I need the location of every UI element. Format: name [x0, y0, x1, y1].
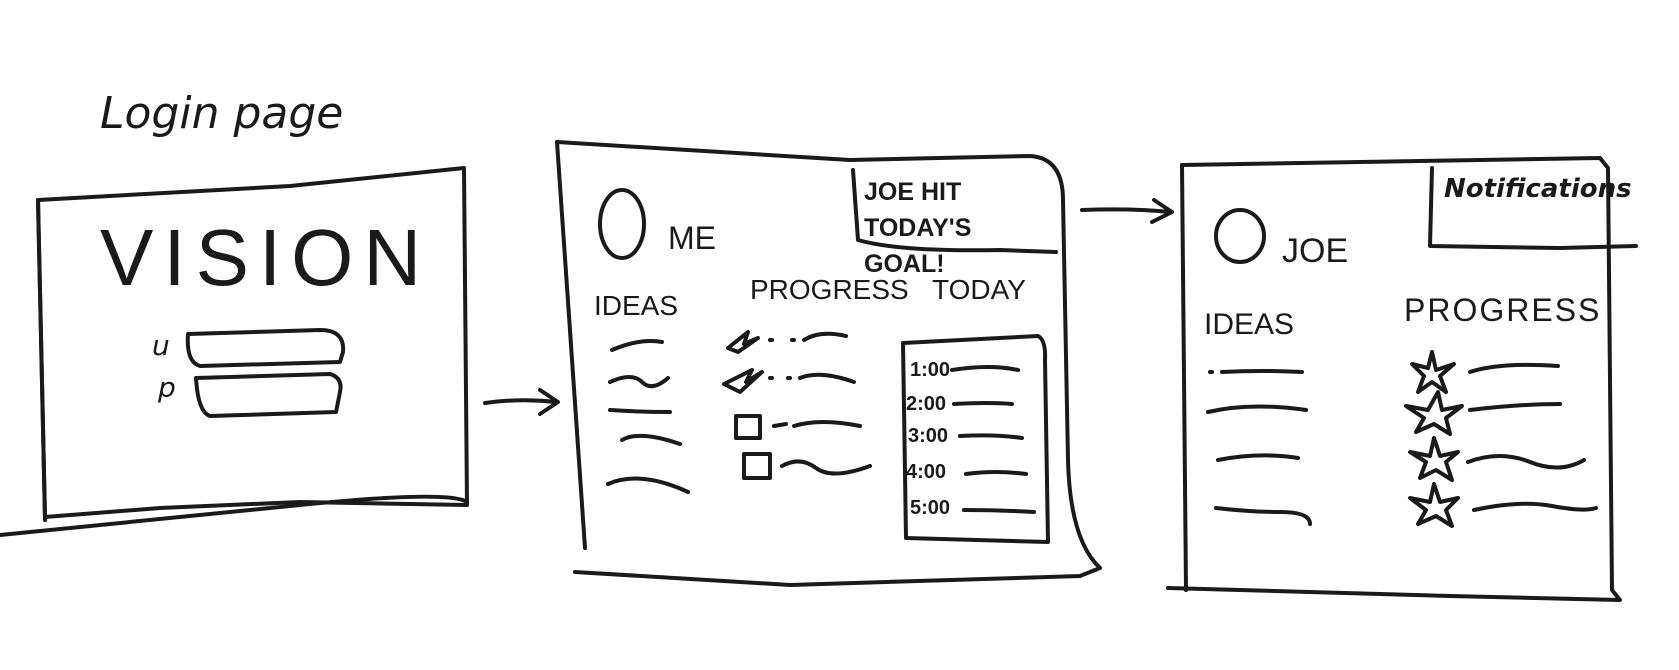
avatar-circle-icon [1214, 208, 1266, 264]
arrow-right-icon [483, 388, 560, 416]
star-icon [1408, 482, 1460, 528]
login-caption: Login page [100, 88, 344, 139]
username-field[interactable] [185, 328, 346, 368]
schedule-time: 3:00 [908, 425, 949, 447]
ideas-heading-me: IDEAS [594, 290, 679, 321]
ideas-list-me [606, 339, 690, 494]
avatar-circle-icon [598, 188, 646, 260]
username-label: u [152, 329, 170, 362]
progress-list-joe [1404, 350, 1464, 528]
goal-notice: JOE HIT TODAY'S GOAL! [864, 178, 972, 278]
today-heading: TODAY [932, 274, 1026, 305]
progress-heading-me: PROGRESS [750, 274, 909, 305]
star-icon [1410, 350, 1456, 394]
dashboard-joe-frame [1166, 156, 1622, 602]
schedule-time: 1:00 [910, 359, 951, 381]
schedule-time: 2:00 [906, 393, 947, 415]
star-icon [1404, 390, 1464, 436]
schedule-time: 4:00 [906, 461, 947, 483]
schedule-time: 5:00 [910, 497, 951, 519]
star-icon [1408, 436, 1460, 482]
star-icon [722, 368, 764, 394]
password-label: p [158, 371, 176, 404]
ideas-list-joe [1206, 369, 1312, 526]
checkbox-icon [734, 414, 762, 440]
checkbox-icon [742, 452, 772, 480]
login-title: VISION [100, 213, 432, 302]
password-field[interactable] [194, 372, 343, 418]
progress-lines-joe [1466, 362, 1598, 512]
user-name-joe: JOE [1282, 232, 1349, 270]
progress-list-me [722, 330, 872, 480]
user-name-me: ME [668, 220, 716, 256]
ideas-heading-joe: IDEAS [1204, 308, 1295, 341]
star-icon [726, 330, 760, 354]
arrow-right-icon [1080, 198, 1174, 224]
notifications-label[interactable]: Notifications [1444, 176, 1632, 202]
schedule-lines [950, 365, 1036, 514]
progress-heading-joe: PROGRESS [1404, 292, 1602, 328]
